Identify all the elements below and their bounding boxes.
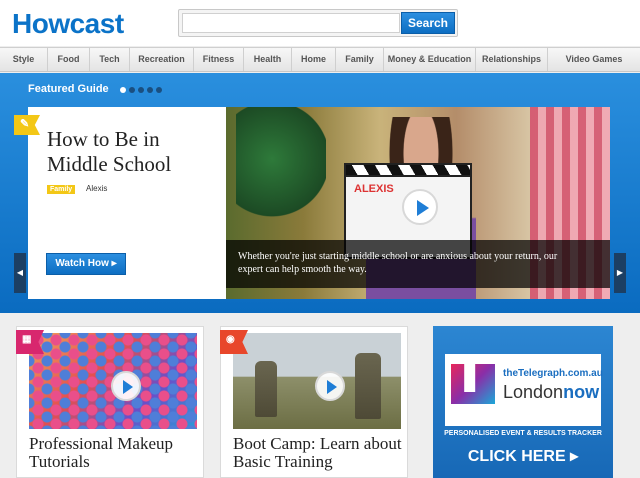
ad-line-3: PERSONALISED EVENT & RESULTS TRACKER	[444, 430, 602, 437]
card-title[interactable]: Professional Makeup Tutorials	[29, 435, 201, 471]
category-nav: Style Food Tech Recreation Fitness Healt…	[0, 47, 640, 72]
search-button[interactable]: Search	[401, 12, 455, 34]
slide-dot[interactable]	[138, 87, 144, 93]
ad-line-2: SMS ALERTS	[500, 420, 546, 427]
nav-item-family[interactable]: Family	[336, 48, 384, 71]
slide-dots	[120, 87, 162, 93]
featured-heading[interactable]: How to Be in Middle School	[47, 127, 217, 177]
guide-card-boot-camp[interactable]: Boot Camp: Learn about Basic Training	[220, 326, 408, 478]
card-title[interactable]: Boot Camp: Learn about Basic Training	[233, 435, 405, 471]
soldier-figure	[355, 353, 381, 419]
next-slide-icon[interactable]: ▶	[614, 253, 626, 293]
nav-item-style[interactable]: Style	[0, 48, 48, 71]
advertisement[interactable]: theTelegraph.com.au Londonnow NEWS, MEDA…	[433, 326, 613, 478]
featured-section: Featured Guide How to Be in Middle Schoo…	[0, 73, 640, 313]
nav-item-home[interactable]: Home	[292, 48, 336, 71]
category-tag[interactable]: Family	[47, 185, 76, 194]
ad-click-here-button[interactable]: CLICK HERE ▸	[441, 446, 605, 466]
author-name[interactable]: Alexis	[86, 184, 107, 193]
nav-item-relationships[interactable]: Relationships	[476, 48, 548, 71]
nav-item-tech[interactable]: Tech	[90, 48, 130, 71]
howcast-logo[interactable]: Howcast	[12, 8, 124, 40]
nav-item-health[interactable]: Health	[244, 48, 292, 71]
ad-site-name: theTelegraph.com.au	[503, 368, 603, 379]
slide-dot[interactable]	[156, 87, 162, 93]
soldier-figure	[255, 361, 277, 417]
slide-dot[interactable]	[147, 87, 153, 93]
london-now-logo-icon	[451, 364, 495, 404]
makeup-thumbnail[interactable]	[29, 333, 197, 429]
nav-item-money-education[interactable]: Money & Education	[384, 48, 476, 71]
boot-camp-thumbnail[interactable]	[233, 333, 401, 429]
play-icon[interactable]	[402, 189, 438, 225]
nav-item-recreation[interactable]: Recreation	[130, 48, 194, 71]
slide-dot[interactable]	[120, 87, 126, 93]
featured-guide-card[interactable]: How to Be in Middle School Family Alexis…	[28, 107, 610, 299]
search-bar: Search	[178, 9, 458, 37]
featured-title: Featured Guide	[28, 83, 109, 95]
nav-item-fitness[interactable]: Fitness	[194, 48, 244, 71]
slide-dot[interactable]	[129, 87, 135, 93]
play-icon[interactable]	[315, 371, 345, 401]
nav-item-food[interactable]: Food	[48, 48, 90, 71]
prev-slide-icon[interactable]: ◀	[14, 253, 26, 293]
guide-card-makeup[interactable]: Professional Makeup Tutorials	[16, 326, 204, 478]
search-input[interactable]	[182, 13, 400, 33]
plant-decor	[236, 107, 326, 237]
ad-brand: Londonnow	[503, 382, 600, 402]
nav-item-video-games[interactable]: Video Games	[548, 48, 640, 71]
site-header: Howcast Search	[0, 0, 640, 46]
play-icon[interactable]	[111, 371, 141, 401]
clapper-text: ALEXIS	[354, 183, 394, 195]
watch-how-button[interactable]: Watch How ▸	[46, 253, 126, 275]
featured-description: Whether you're just starting middle scho…	[238, 251, 558, 275]
ad-line-1: NEWS, MEDAL TALLIES AND GOSSIP	[460, 410, 586, 417]
